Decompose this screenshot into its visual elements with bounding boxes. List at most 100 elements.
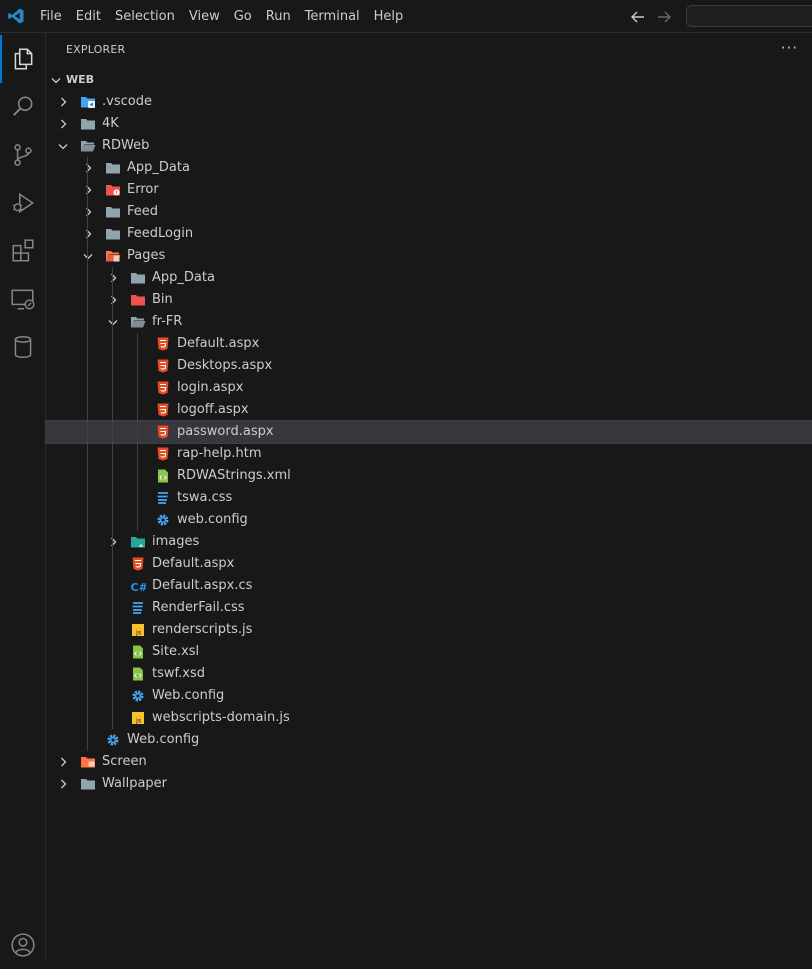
menu-go[interactable]: Go xyxy=(227,0,259,33)
chevron-down-icon[interactable] xyxy=(107,316,119,328)
tree-folder-row[interactable]: App_Data xyxy=(46,157,812,179)
database-activity-button[interactable] xyxy=(0,323,46,371)
tree-folder-row[interactable]: fr-FR xyxy=(46,311,812,333)
gear-icon xyxy=(107,734,119,746)
tree-file-row[interactable]: RenderFail.css xyxy=(46,597,812,619)
chevron-right-icon[interactable] xyxy=(82,162,94,174)
tree-file-row[interactable]: C# Default.aspx.cs xyxy=(46,575,812,597)
explorer-activity-button[interactable] xyxy=(0,35,46,83)
tree-folder-row[interactable]: FeedLogin xyxy=(46,223,812,245)
tree-folder-row[interactable]: RDWeb xyxy=(46,135,812,157)
chevron-down-icon[interactable] xyxy=(57,140,69,152)
search-activity-button[interactable] xyxy=(0,83,46,131)
html-file-icon xyxy=(157,425,169,439)
tree-file-row[interactable]: Desktops.aspx xyxy=(46,355,812,377)
more-actions-button[interactable]: ··· xyxy=(781,39,798,57)
tree-file-row[interactable]: Web.config xyxy=(46,685,812,707)
tree-file-row[interactable]: Web.config xyxy=(46,729,812,751)
tree-item-label: RDWeb xyxy=(102,138,150,153)
menu-help[interactable]: Help xyxy=(367,0,411,33)
js-file-icon: js xyxy=(132,712,144,725)
tree-item-label: RDWAStrings.xml xyxy=(177,468,291,483)
menu-bar: File Edit Selection View Go Run Terminal… xyxy=(33,0,410,33)
chevron-right-icon[interactable] xyxy=(107,272,119,284)
tree-file-row[interactable]: RDWAStrings.xml xyxy=(46,465,812,487)
run-debug-icon xyxy=(13,192,35,214)
chevron-right-icon[interactable] xyxy=(57,756,69,768)
tree-file-row[interactable]: rap-help.htm xyxy=(46,443,812,465)
html-file-icon xyxy=(157,403,169,417)
chevron-right-icon[interactable] xyxy=(82,228,94,240)
command-center-search[interactable] xyxy=(686,5,812,27)
menu-file[interactable]: File xyxy=(33,0,69,33)
tree-folder-row[interactable]: App_Data xyxy=(46,267,812,289)
tree-folder-row[interactable]: Error xyxy=(46,179,812,201)
tree-file-row[interactable]: js renderscripts.js xyxy=(46,619,812,641)
chevron-down-icon[interactable] xyxy=(50,74,62,86)
chevron-right-icon[interactable] xyxy=(57,778,69,790)
tree-folder-row[interactable]: images xyxy=(46,531,812,553)
menu-edit[interactable]: Edit xyxy=(69,0,108,33)
arrow-left-icon[interactable] xyxy=(628,7,648,27)
tree-folder-row[interactable]: WEB xyxy=(46,69,812,91)
tree-folder-row[interactable]: Pages xyxy=(46,245,812,267)
gear-icon xyxy=(157,514,169,526)
tree-folder-row[interactable]: 4K xyxy=(46,113,812,135)
tree-file-row[interactable]: password.aspx xyxy=(45,420,812,444)
extensions-activity-button[interactable] xyxy=(0,227,46,275)
menu-selection[interactable]: Selection xyxy=(108,0,182,33)
menu-terminal[interactable]: Terminal xyxy=(298,0,367,33)
tree-file-row[interactable]: login.aspx xyxy=(46,377,812,399)
tree-item-label: Default.aspx.cs xyxy=(152,578,253,593)
tree-file-row[interactable]: tswf.xsd xyxy=(46,663,812,685)
account-icon xyxy=(11,933,35,957)
chevron-right-icon[interactable] xyxy=(107,536,119,548)
chevron-right-icon[interactable] xyxy=(57,118,69,130)
activity-bar xyxy=(0,33,46,959)
search-icon xyxy=(13,96,33,116)
accounts-activity-button[interactable] xyxy=(0,921,46,969)
chevron-right-icon[interactable] xyxy=(107,294,119,306)
svg-text:js: js xyxy=(135,629,142,637)
tree-item-label: 4K xyxy=(102,116,119,131)
tree-file-row[interactable]: logoff.aspx xyxy=(46,399,812,421)
tree-item-label: password.aspx xyxy=(177,424,274,439)
chevron-down-icon[interactable] xyxy=(82,250,94,262)
tree-item-label: Default.aspx xyxy=(152,556,235,571)
explorer-sidebar: EXPLORER ··· WEB .vscode 4K RDWeb App_Data Er… xyxy=(45,33,812,959)
arrow-right-icon[interactable] xyxy=(654,7,674,27)
tree-item-label: Bin xyxy=(152,292,173,307)
tree-folder-row[interactable]: Wallpaper xyxy=(46,773,812,795)
tree-folder-row[interactable]: Bin xyxy=(46,289,812,311)
tree-file-row[interactable]: Default.aspx xyxy=(46,553,812,575)
tree-folder-row[interactable]: Screen xyxy=(46,751,812,773)
tree-file-row[interactable]: Site.xsl xyxy=(46,641,812,663)
tree-folder-row[interactable]: Feed xyxy=(46,201,812,223)
tree-file-row[interactable]: Default.aspx xyxy=(46,333,812,355)
run-debug-activity-button[interactable] xyxy=(0,179,46,227)
explorer-title: EXPLORER xyxy=(66,43,126,56)
chevron-right-icon[interactable] xyxy=(57,96,69,108)
remote-explorer-icon xyxy=(11,289,35,310)
tree-folder-row[interactable]: .vscode xyxy=(46,91,812,113)
tree-file-row[interactable]: js webscripts-domain.js xyxy=(46,707,812,729)
tree-item-label: tswf.xsd xyxy=(152,666,205,681)
remote-explorer-activity-button[interactable] xyxy=(0,275,46,323)
vscode-logo-icon xyxy=(8,8,24,24)
menu-view[interactable]: View xyxy=(182,0,227,33)
files-icon xyxy=(14,48,33,70)
folder-icon xyxy=(81,779,95,790)
folder-icon xyxy=(106,163,120,174)
chevron-right-icon[interactable] xyxy=(82,206,94,218)
svg-text:js: js xyxy=(135,717,142,725)
tree-item-label: images xyxy=(152,534,200,549)
source-control-activity-button[interactable] xyxy=(0,131,46,179)
tree-file-row[interactable]: tswa.css xyxy=(46,487,812,509)
menu-run[interactable]: Run xyxy=(259,0,298,33)
tree-item-label: Screen xyxy=(102,754,147,769)
chevron-right-icon[interactable] xyxy=(82,184,94,196)
tree-file-row[interactable]: web.config xyxy=(46,509,812,531)
tree-item-label: App_Data xyxy=(127,160,190,175)
tree-item-label: web.config xyxy=(177,512,248,527)
html-file-icon xyxy=(157,337,169,351)
